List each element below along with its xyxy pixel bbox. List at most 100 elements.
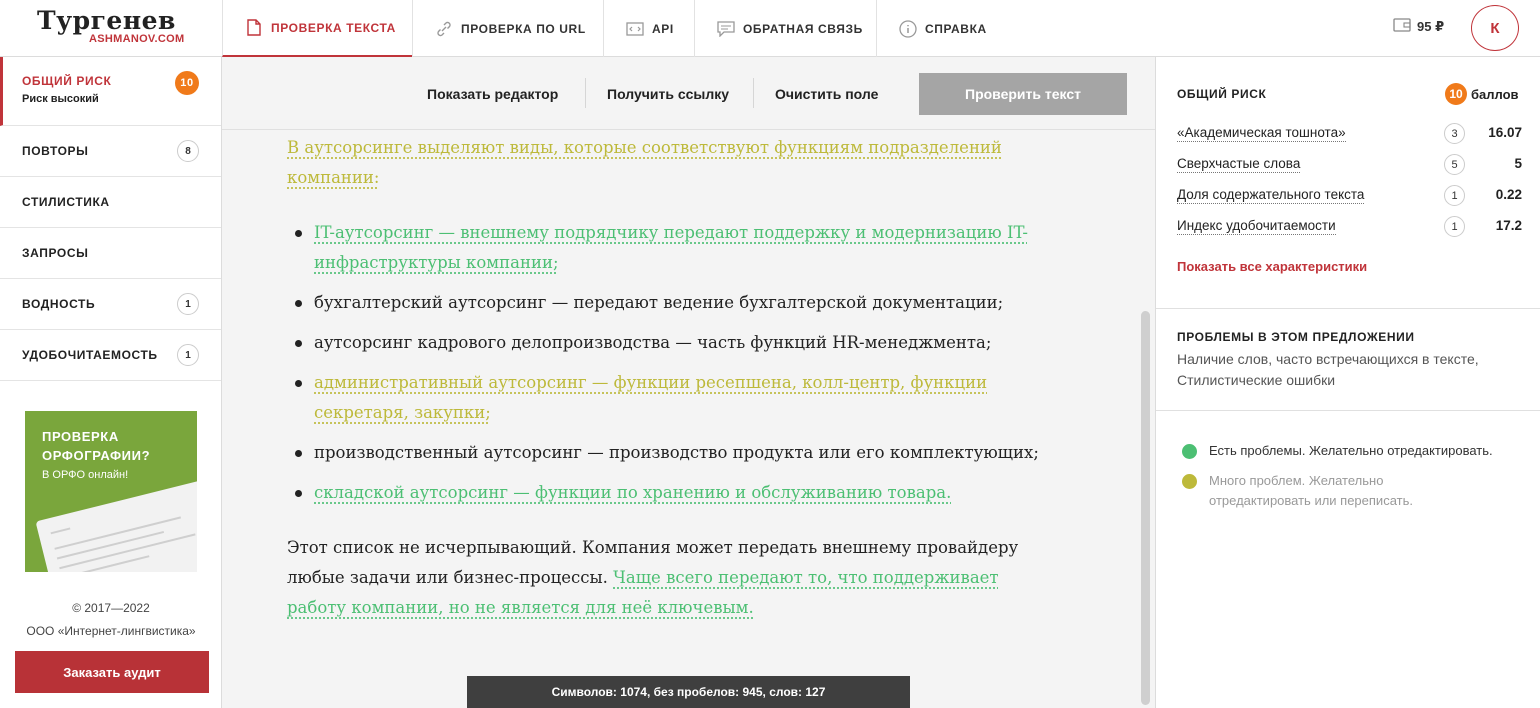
- editor-scrollbar[interactable]: [1141, 311, 1150, 705]
- show-editor-button[interactable]: Показать редактор: [427, 86, 558, 102]
- logo-title: Тургенев: [37, 6, 176, 35]
- count-badge: 1: [177, 344, 199, 366]
- metric-name[interactable]: Доля содержательного текста: [1177, 187, 1364, 204]
- metric-row: Индекс удобочитаемости 1 17.2: [1177, 216, 1522, 238]
- text-editor[interactable]: В аутсорсинге выделяют виды, которые соо…: [222, 131, 1140, 708]
- legend-item: Много проблем. Желательно отредактироват…: [1182, 471, 1462, 511]
- order-audit-button[interactable]: Заказать аудит: [15, 651, 209, 693]
- tab-label: ПРОВЕРКА ТЕКСТА: [271, 21, 396, 35]
- count-badge: 1: [177, 293, 199, 315]
- sidebar-item-style[interactable]: СТИЛИСТИКА: [0, 177, 221, 228]
- info-icon: [899, 20, 917, 38]
- user-avatar[interactable]: К: [1471, 5, 1519, 51]
- promo-title-line: ОРФОГРАФИИ?: [42, 446, 150, 465]
- metric-row: Сверхчастые слова 5 5: [1177, 154, 1522, 176]
- sidebar-item-risk[interactable]: ОБЩИЙ РИСК Риск высокий 10: [0, 57, 221, 126]
- left-sidebar: ОБЩИЙ РИСК Риск высокий 10 ПОВТОРЫ 8 СТИ…: [0, 57, 222, 708]
- sidebar-item-label: УДОБОЧИТАЕМОСТЬ: [22, 348, 158, 362]
- tab-api[interactable]: API: [603, 0, 694, 57]
- show-all-characteristics-link[interactable]: Показать все характеристики: [1177, 259, 1367, 274]
- editor-toolbar: Показать редактор Получить ссылку Очисти…: [222, 57, 1155, 130]
- top-header: Тургенев ASHMANOV.COM ПРОВЕРКА ТЕКСТА ПР…: [0, 0, 1540, 57]
- problems-title: ПРОБЛЕМЫ В ЭТОМ ПРЕДЛОЖЕНИИ: [1177, 330, 1415, 344]
- list-item: производственный аутсорсинг — производст…: [314, 438, 1074, 468]
- metric-count: 3: [1444, 123, 1465, 144]
- panel-divider: [1156, 308, 1540, 309]
- risk-level: Риск высокий: [22, 93, 99, 105]
- company-name: ООО «Интернет-лингвистика»: [0, 624, 222, 638]
- code-icon: [626, 20, 644, 38]
- paragraph: В аутсорсинге выделяют виды, которые соо…: [287, 133, 1047, 193]
- list-item: административный аутсорсинг — функции ре…: [314, 368, 1074, 428]
- clear-field-button[interactable]: Очистить поле: [775, 86, 878, 102]
- promo-title: ПРОВЕРКА ОРФОГРАФИИ?: [42, 427, 150, 465]
- get-link-button[interactable]: Получить ссылку: [607, 86, 729, 102]
- bullet: [295, 490, 302, 497]
- main-content: Показать редактор Получить ссылку Очисти…: [222, 57, 1155, 708]
- metric-count: 1: [1444, 216, 1465, 237]
- logo-subtitle: ASHMANOV.COM: [89, 33, 184, 45]
- tab-help[interactable]: СПРАВКА: [876, 0, 1016, 57]
- promo-subtitle: В ОРФО онлайн!: [42, 469, 128, 481]
- problems-text: Наличие слов, часто встречающихся в текс…: [1177, 349, 1522, 391]
- metric-value: 16.07: [1488, 125, 1522, 140]
- balance-value: 95 ₽: [1417, 19, 1444, 35]
- count-badge: 8: [177, 140, 199, 162]
- highlight-yellow[interactable]: В аутсорсинге выделяют виды, которые соо…: [287, 138, 1002, 187]
- metric-name[interactable]: Сверхчастые слова: [1177, 156, 1300, 173]
- legend-text: Много проблем. Желательно отредактироват…: [1209, 471, 1462, 511]
- score-unit: баллов: [1471, 87, 1519, 102]
- bullet: [295, 300, 302, 307]
- sidebar-item-label: СТИЛИСТИКА: [22, 195, 110, 209]
- promo-screenshot-illustration: [36, 479, 197, 572]
- logo[interactable]: Тургенев ASHMANOV.COM: [0, 0, 222, 57]
- tab-url-check[interactable]: ПРОВЕРКА ПО URL: [412, 0, 603, 57]
- green-dot-icon: [1182, 444, 1197, 459]
- sidebar-item-label: ЗАПРОСЫ: [22, 246, 88, 260]
- check-text-button[interactable]: Проверить текст: [919, 73, 1127, 115]
- sidebar-item-readability[interactable]: УДОБОЧИТАЕМОСТЬ 1: [0, 330, 221, 381]
- highlight-green[interactable]: складской аутсорсинг — функции по хранен…: [314, 483, 951, 502]
- list-item: IT-аутсорсинг — внешнему подрядчику пере…: [314, 218, 1074, 278]
- highlight-green[interactable]: IT-аутсорсинг — внешнему подрядчику пере…: [314, 223, 1028, 272]
- bullet: [295, 340, 302, 347]
- yellow-dot-icon: [1182, 474, 1197, 489]
- risk-score: 10 баллов: [1445, 83, 1519, 105]
- sidebar-item-repeats[interactable]: ПОВТОРЫ 8: [0, 126, 221, 177]
- legend-item: Есть проблемы. Желательно отредактироват…: [1182, 441, 1522, 461]
- bullet: [295, 450, 302, 457]
- right-panel: ОБЩИЙ РИСК 10 баллов «Академическая тошн…: [1155, 57, 1540, 708]
- metric-count: 5: [1444, 154, 1465, 175]
- metric-value: 0.22: [1496, 187, 1522, 202]
- orfo-promo-banner[interactable]: ПРОВЕРКА ОРФОГРАФИИ? В ОРФО онлайн!: [25, 411, 197, 572]
- tab-label: ОБРАТНАЯ СВЯЗЬ: [743, 22, 863, 36]
- metric-name[interactable]: «Академическая тошнота»: [1177, 125, 1346, 142]
- tab-label: ПРОВЕРКА ПО URL: [461, 22, 586, 36]
- wallet-icon: [1393, 18, 1411, 35]
- metric-count: 1: [1444, 185, 1465, 206]
- list-item-text: бухгалтерский аутсорсинг — передают веде…: [314, 293, 1003, 312]
- tab-feedback[interactable]: ОБРАТНАЯ СВЯЗЬ: [694, 0, 876, 57]
- tab-text-check[interactable]: ПРОВЕРКА ТЕКСТА: [222, 0, 412, 57]
- sidebar-item-queries[interactable]: ЗАПРОСЫ: [0, 228, 221, 279]
- sidebar-item-water[interactable]: ВОДНОСТЬ 1: [0, 279, 221, 330]
- balance[interactable]: 95 ₽: [1393, 18, 1444, 35]
- sidebar-item-label: ВОДНОСТЬ: [22, 297, 95, 311]
- tab-label: API: [652, 22, 674, 36]
- bullet: [295, 380, 302, 387]
- copyright: © 2017—2022: [0, 601, 222, 615]
- list-item-text: аутсорсинг кадрового делопроизводства — …: [314, 333, 991, 352]
- toolbar-divider: [585, 78, 586, 108]
- document-icon: [245, 19, 263, 37]
- metric-value: 5: [1514, 156, 1522, 171]
- highlight-yellow[interactable]: административный аутсорсинг — функции ре…: [314, 373, 987, 422]
- metric-value: 17.2: [1496, 218, 1522, 233]
- chat-icon: [717, 20, 735, 38]
- list-item-text: производственный аутсорсинг — производст…: [314, 443, 1039, 462]
- character-counter: Символов: 1074, без пробелов: 945, слов:…: [467, 676, 910, 708]
- paragraph: Этот список не исчерпывающий. Компания м…: [287, 533, 1047, 623]
- panel-divider: [1156, 410, 1540, 411]
- sidebar-item-label: ПОВТОРЫ: [22, 144, 89, 158]
- metric-name[interactable]: Индекс удобочитаемости: [1177, 218, 1336, 235]
- promo-title-line: ПРОВЕРКА: [42, 427, 150, 446]
